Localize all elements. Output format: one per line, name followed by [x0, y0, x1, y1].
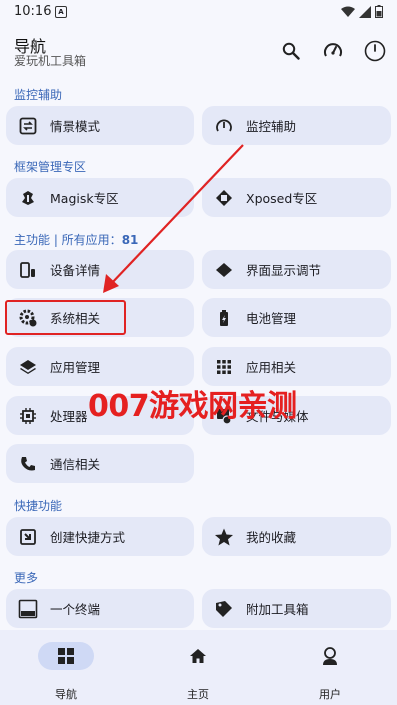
- nav-label: 用户: [319, 688, 341, 701]
- annotation-highlight-box: [5, 300, 126, 335]
- card-label: 界面显示调节: [246, 263, 322, 278]
- nav-label: 导航: [55, 688, 77, 701]
- battery-icon: [214, 308, 234, 328]
- layers-icon: [18, 357, 38, 377]
- nav-indicator: [170, 642, 226, 670]
- card-create-shortcut[interactable]: 创建快捷方式: [6, 517, 194, 556]
- grid-icon: [214, 357, 234, 377]
- signal-icon: [359, 5, 371, 18]
- card-label: 应用相关: [246, 360, 297, 375]
- bottom-navigation: 导航 主页 用户: [0, 630, 397, 705]
- card-label: 设备详情: [50, 263, 101, 278]
- power-icon: [364, 40, 386, 62]
- magisk-icon: [18, 188, 38, 208]
- card-comm[interactable]: 通信相关: [6, 444, 194, 483]
- home-icon: [190, 649, 206, 663]
- card-terminal[interactable]: 一个终端: [6, 589, 194, 628]
- card-label: 附加工具箱: [246, 602, 309, 617]
- card-favorites[interactable]: 我的收藏: [202, 517, 391, 556]
- phone-icon: [18, 454, 38, 474]
- section-main-label: 主功能 | 所有应用：: [14, 233, 122, 247]
- card-magisk[interactable]: Magisk专区: [6, 178, 194, 217]
- section-main: 主功能 | 所有应用：81: [14, 231, 138, 248]
- card-device-info[interactable]: 设备详情: [6, 250, 194, 289]
- nav-indicator: [38, 642, 94, 670]
- tag-icon: [214, 599, 234, 619]
- status-time: 10:16: [14, 4, 52, 19]
- nav-label: 主页: [187, 688, 209, 701]
- card-xposed[interactable]: Xposed专区: [202, 178, 391, 217]
- card-label: Xposed专区: [246, 191, 318, 206]
- nav-item-nav[interactable]: 导航: [26, 642, 106, 702]
- card-label: 电池管理: [246, 311, 297, 326]
- notification-icon: A: [55, 6, 67, 18]
- status-bar: 10:16 A: [0, 0, 397, 24]
- nav-indicator: [302, 642, 358, 670]
- chip-icon: [18, 406, 38, 426]
- search-button[interactable]: [278, 38, 304, 64]
- card-label: 创建快捷方式: [50, 530, 126, 545]
- speedometer-icon: [324, 43, 342, 57]
- card-display-adjust[interactable]: 界面显示调节: [202, 250, 391, 289]
- app-header: 导航 爱玩机工具箱: [0, 30, 397, 78]
- card-label: 应用管理: [50, 360, 101, 375]
- card-extra-tools[interactable]: 附加工具箱: [202, 589, 391, 628]
- shell-icon: [18, 599, 38, 619]
- gauge-icon: [214, 116, 234, 136]
- card-label: 通信相关: [50, 457, 101, 472]
- card-label: 一个终端: [50, 602, 101, 617]
- card-monitor-assist[interactable]: 监控辅助: [202, 106, 391, 145]
- app-count: 81: [121, 233, 139, 247]
- card-label: Magisk专区: [50, 191, 119, 206]
- section-monitor: 监控辅助: [14, 88, 63, 102]
- card-label: 情景模式: [50, 119, 101, 134]
- card-label: 监控辅助: [246, 119, 297, 134]
- card-label: 我的收藏: [246, 530, 297, 545]
- section-framework: 框架管理专区: [14, 160, 87, 174]
- scene-mode-icon: [18, 116, 38, 136]
- status-icons: [341, 5, 383, 18]
- speedometer-button[interactable]: [320, 38, 346, 64]
- section-shortcuts: 快捷功能: [14, 499, 63, 513]
- card-battery[interactable]: 电池管理: [202, 298, 391, 337]
- wifi-icon: [341, 6, 355, 17]
- watermark-text: 007游戏网亲测: [88, 389, 297, 424]
- page-subtitle: 爱玩机工具箱: [14, 54, 87, 68]
- card-label: 处理器: [50, 409, 88, 424]
- dashboard-icon: [58, 648, 74, 664]
- section-more: 更多: [14, 571, 39, 585]
- star-icon: [214, 527, 234, 547]
- power-button[interactable]: [362, 38, 388, 64]
- display-icon: [214, 260, 234, 280]
- search-icon: [282, 42, 300, 60]
- card-scene-mode[interactable]: 情景模式: [6, 106, 194, 145]
- battery-icon: [375, 5, 383, 18]
- xposed-icon: [214, 188, 234, 208]
- nav-item-user[interactable]: 用户: [290, 642, 370, 702]
- device-icon: [18, 260, 38, 280]
- shortcut-icon: [18, 527, 38, 547]
- user-icon: [323, 647, 337, 665]
- nav-item-home[interactable]: 主页: [158, 642, 238, 702]
